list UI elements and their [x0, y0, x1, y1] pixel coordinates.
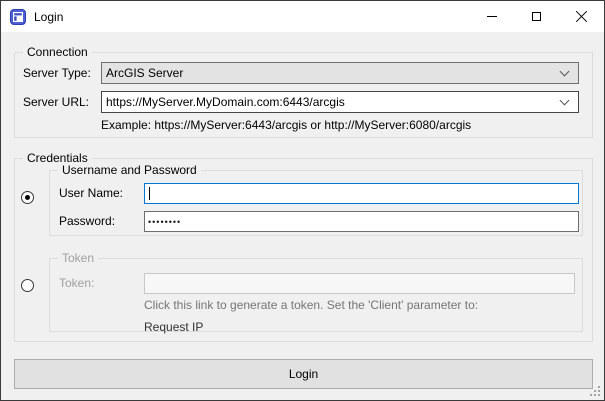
server-url-label: Server URL:: [23, 91, 89, 113]
user-name-input[interactable]: [144, 183, 579, 204]
password-label: Password:: [59, 210, 115, 232]
token-hint-link[interactable]: Click this link to generate a token. Set…: [144, 298, 478, 312]
close-button[interactable]: [559, 1, 604, 32]
username-password-group-label: Username and Password: [58, 163, 201, 178]
token-group-label: Token: [58, 251, 98, 266]
server-type-dropdown[interactable]: ArcGIS Server: [101, 62, 579, 84]
window-title: Login: [34, 10, 63, 24]
username-password-radio[interactable]: [21, 191, 34, 204]
login-button[interactable]: Login: [14, 359, 593, 389]
password-input[interactable]: [144, 211, 579, 232]
server-url-value: https://MyServer.MyDomain.com:6443/arcgi…: [102, 95, 561, 109]
user-name-label: User Name:: [59, 182, 123, 204]
client-parameter-value[interactable]: Request IP: [144, 320, 203, 334]
maximize-icon: [532, 12, 541, 21]
server-url-example: Example: https://MyServer:6443/arcgis or…: [101, 114, 471, 136]
maximize-button[interactable]: [514, 1, 559, 32]
resize-grip[interactable]: [589, 385, 602, 398]
window-controls: [469, 1, 604, 32]
minimize-button[interactable]: [469, 1, 514, 32]
close-icon: [575, 10, 588, 23]
token-radio[interactable]: [21, 279, 34, 292]
chevron-down-icon: [560, 66, 570, 76]
token-label: Token:: [59, 272, 94, 294]
chevron-down-icon: [560, 95, 570, 105]
app-icon: [10, 9, 26, 25]
title-bar[interactable]: Login: [1, 1, 604, 32]
login-dialog: Login Connection Server Type: ArcGIS Ser…: [0, 0, 605, 401]
server-type-label: Server Type:: [23, 62, 91, 84]
minimize-icon: [487, 16, 497, 17]
server-type-value: ArcGIS Server: [102, 66, 561, 80]
radio-selected-dot: [25, 195, 30, 200]
token-input: [144, 273, 575, 294]
server-url-combobox[interactable]: https://MyServer.MyDomain.com:6443/arcgi…: [101, 91, 579, 113]
text-caret: [149, 187, 150, 200]
connection-group-label: Connection: [23, 45, 92, 60]
token-group: Token: [49, 258, 583, 332]
